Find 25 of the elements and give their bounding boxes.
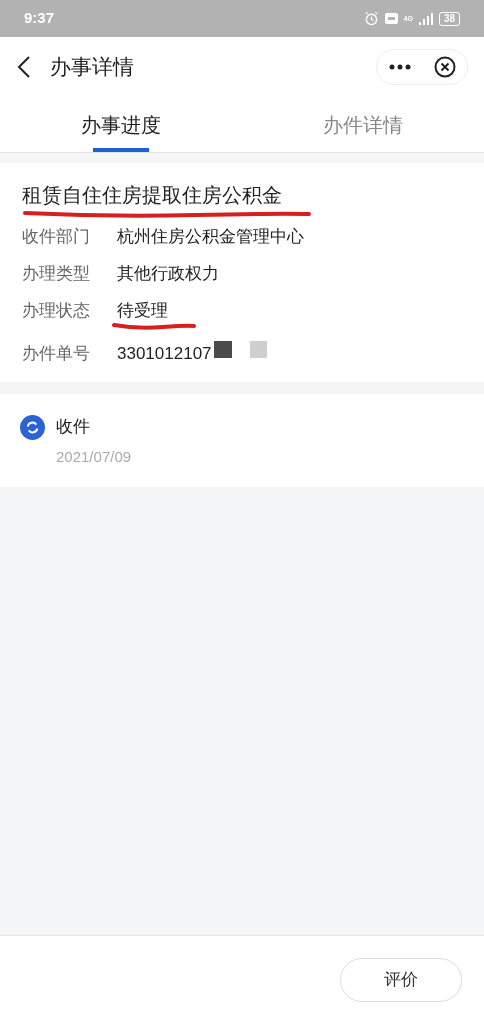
field-value: 杭州住房公积金管理中心 <box>117 226 304 248</box>
field-value: 其他行政权力 <box>117 263 219 285</box>
field-value: 3301012107 <box>117 343 212 365</box>
tab-indicator <box>93 148 149 152</box>
more-icon[interactable] <box>388 64 411 70</box>
refresh-icon <box>20 415 45 440</box>
signal-icon <box>418 12 433 25</box>
field-label: 办理状态 <box>22 300 91 322</box>
status-time: 9:37 <box>24 8 55 29</box>
case-title: 租赁自住住房提取住房公积金 <box>22 183 283 208</box>
page-title: 办事详情 <box>50 54 134 81</box>
field-value: 待受理 <box>117 300 169 322</box>
close-icon[interactable] <box>433 56 456 78</box>
tab[interactable]: 办事进度 <box>0 97 242 152</box>
step-date: 2021/07/09 <box>56 447 132 467</box>
hd-icon <box>384 13 398 24</box>
field-label: 办理类型 <box>22 263 91 285</box>
field-label: 办件单号 <box>22 343 91 365</box>
back-icon[interactable] <box>16 55 32 79</box>
alarm-icon <box>363 11 379 26</box>
step-title: 收件 <box>56 416 91 438</box>
redaction-mark <box>249 341 267 358</box>
field-label: 收件部门 <box>22 226 91 248</box>
tab[interactable]: 办件详情 <box>242 97 484 152</box>
battery-indicator: 38 <box>438 11 460 26</box>
